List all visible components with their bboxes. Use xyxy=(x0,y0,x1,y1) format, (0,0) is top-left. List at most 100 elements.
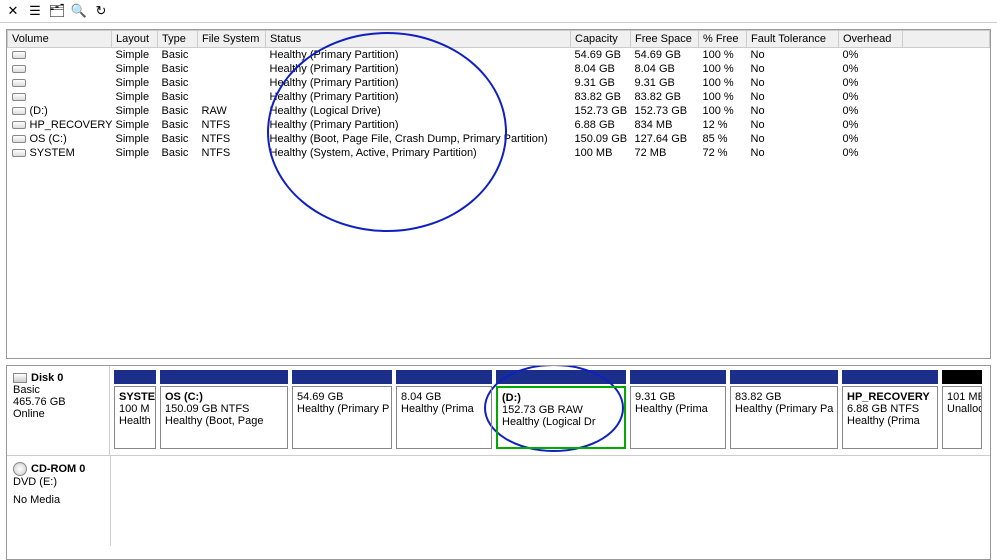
cell-status: Healthy (Primary Partition) xyxy=(266,62,571,76)
part-line2: 54.69 GB xyxy=(297,391,387,403)
table-header-row: Volume Layout Type File System Status Ca… xyxy=(8,31,990,48)
cell-ft: No xyxy=(747,76,839,90)
partition-box[interactable]: 9.31 GBHealthy (Prima xyxy=(630,386,726,449)
cell-volume: SYSTEM xyxy=(8,146,112,160)
cell-layout: Simple xyxy=(112,48,158,63)
volume-icon xyxy=(12,135,26,143)
disk-icon xyxy=(13,373,27,383)
table-row[interactable]: SimpleBasicHealthy (Primary Partition)9.… xyxy=(8,76,990,90)
part-line2: 101 ME xyxy=(947,391,977,403)
cell-type: Basic xyxy=(158,132,198,146)
col-overhead[interactable]: Overhead xyxy=(839,31,903,48)
partition-box[interactable]: 8.04 GBHealthy (Prima xyxy=(396,386,492,449)
table-row[interactable]: HP_RECOVERYSimpleBasicNTFSHealthy (Prima… xyxy=(8,118,990,132)
partition-box[interactable]: (D:)152.73 GB RAWHealthy (Logical Dr xyxy=(496,386,626,449)
col-pctfree[interactable]: % Free xyxy=(699,31,747,48)
cell-pct: 72 % xyxy=(699,146,747,160)
cell-type: Basic xyxy=(158,62,198,76)
disk-0-size: 465.76 GB xyxy=(13,396,103,408)
table-row[interactable]: SimpleBasicHealthy (Primary Partition)54… xyxy=(8,48,990,63)
col-filesystem[interactable]: File System xyxy=(198,31,266,48)
cdrom-row[interactable]: CD-ROM 0 DVD (E:) No Media xyxy=(7,456,990,546)
cell-pct: 100 % xyxy=(699,90,747,104)
cell-cap: 152.73 GB xyxy=(571,104,631,118)
cell-ft: No xyxy=(747,132,839,146)
part-line3: Healthy (Prima xyxy=(635,403,721,415)
col-freespace[interactable]: Free Space xyxy=(631,31,699,48)
cell-fs: NTFS xyxy=(198,132,266,146)
tb-close-icon[interactable]: ✕ xyxy=(4,2,22,20)
part-line2: 150.09 GB NTFS xyxy=(165,403,283,415)
part-line3: Healthy (Prima xyxy=(847,415,933,427)
part-line3: Healthy (Primary Pa xyxy=(735,403,833,415)
cell-ft: No xyxy=(747,62,839,76)
part-line3: Healthy (Logical Dr xyxy=(502,416,620,428)
cell-volume xyxy=(8,90,112,104)
cell-pct: 12 % xyxy=(699,118,747,132)
partition-box[interactable]: 54.69 GBHealthy (Primary P xyxy=(292,386,392,449)
tb-refresh-icon[interactable]: ↻ xyxy=(92,2,110,20)
partition-box[interactable]: 83.82 GBHealthy (Primary Pa xyxy=(730,386,838,449)
cell-oh: 0% xyxy=(839,76,903,90)
cell-cap: 9.31 GB xyxy=(571,76,631,90)
cell-cap: 6.88 GB xyxy=(571,118,631,132)
col-ft[interactable]: Fault Tolerance xyxy=(747,31,839,48)
cell-cap: 8.04 GB xyxy=(571,62,631,76)
cell-cap: 100 MB xyxy=(571,146,631,160)
cell-status: Healthy (Primary Partition) xyxy=(266,118,571,132)
disk-0-row[interactable]: Disk 0 Basic 465.76 GB Online SYSTE100 M… xyxy=(7,366,990,456)
partition-box[interactable]: OS (C:)150.09 GB NTFSHealthy (Boot, Page xyxy=(160,386,288,449)
cell-ft: No xyxy=(747,104,839,118)
cell-type: Basic xyxy=(158,90,198,104)
toolbar: ✕ ☰ 🗂 🔍 ↻ xyxy=(0,0,997,23)
cell-type: Basic xyxy=(158,76,198,90)
table-row[interactable]: SimpleBasicHealthy (Primary Partition)83… xyxy=(8,90,990,104)
partition-box[interactable]: 101 MEUnalloc xyxy=(942,386,982,449)
part-line2: 152.73 GB RAW xyxy=(502,404,620,416)
volume-icon xyxy=(12,121,26,129)
cell-fs: RAW xyxy=(198,104,266,118)
part-line3: Health xyxy=(119,415,151,427)
part-line3: Unalloc xyxy=(947,403,977,415)
tb-list-icon[interactable]: ☰ xyxy=(26,2,44,20)
col-volume[interactable]: Volume xyxy=(8,31,112,48)
disk-0-label: Disk 0 Basic 465.76 GB Online xyxy=(7,366,110,455)
cd-icon xyxy=(13,462,27,476)
col-status[interactable]: Status xyxy=(266,31,571,48)
disk-0-title: Disk 0 xyxy=(31,372,63,384)
cell-ft: No xyxy=(747,146,839,160)
cell-free: 834 MB xyxy=(631,118,699,132)
part-line1: OS (C:) xyxy=(165,391,283,403)
partition-box[interactable]: HP_RECOVERY6.88 GB NTFSHealthy (Prima xyxy=(842,386,938,449)
cell-status: Healthy (Primary Partition) xyxy=(266,48,571,63)
part-line1: (D:) xyxy=(502,392,620,404)
col-layout[interactable]: Layout xyxy=(112,31,158,48)
table-row[interactable]: SYSTEMSimpleBasicNTFSHealthy (System, Ac… xyxy=(8,146,990,160)
col-capacity[interactable]: Capacity xyxy=(571,31,631,48)
disk-stripe-bar xyxy=(114,370,986,384)
volume-icon xyxy=(12,65,26,73)
cell-fs xyxy=(198,90,266,104)
cell-pct: 100 % xyxy=(699,104,747,118)
table-row[interactable]: OS (C:)SimpleBasicNTFSHealthy (Boot, Pag… xyxy=(8,132,990,146)
col-type[interactable]: Type xyxy=(158,31,198,48)
cell-volume xyxy=(8,76,112,90)
cell-cap: 54.69 GB xyxy=(571,48,631,63)
partition-box[interactable]: SYSTE100 MHealth xyxy=(114,386,156,449)
cell-volume: (D:) xyxy=(8,104,112,118)
cell-layout: Simple xyxy=(112,62,158,76)
cell-fs xyxy=(198,62,266,76)
table-row[interactable]: (D:)SimpleBasicRAWHealthy (Logical Drive… xyxy=(8,104,990,118)
cell-volume: HP_RECOVERY xyxy=(8,118,112,132)
table-row[interactable]: SimpleBasic Healthy (Primary Partition)8.… xyxy=(8,62,990,76)
cell-layout: Simple xyxy=(112,132,158,146)
cell-fs: NTFS xyxy=(198,118,266,132)
cdrom-empty-area xyxy=(111,456,990,546)
tb-search-icon[interactable]: 🔍 xyxy=(70,2,88,20)
cell-volume xyxy=(8,62,112,76)
cell-oh: 0% xyxy=(839,62,903,76)
tb-folder-icon[interactable]: 🗂 xyxy=(48,2,66,20)
cell-free: 152.73 GB xyxy=(631,104,699,118)
cell-cap: 150.09 GB xyxy=(571,132,631,146)
volume-list-panel: Volume Layout Type File System Status Ca… xyxy=(6,29,991,359)
